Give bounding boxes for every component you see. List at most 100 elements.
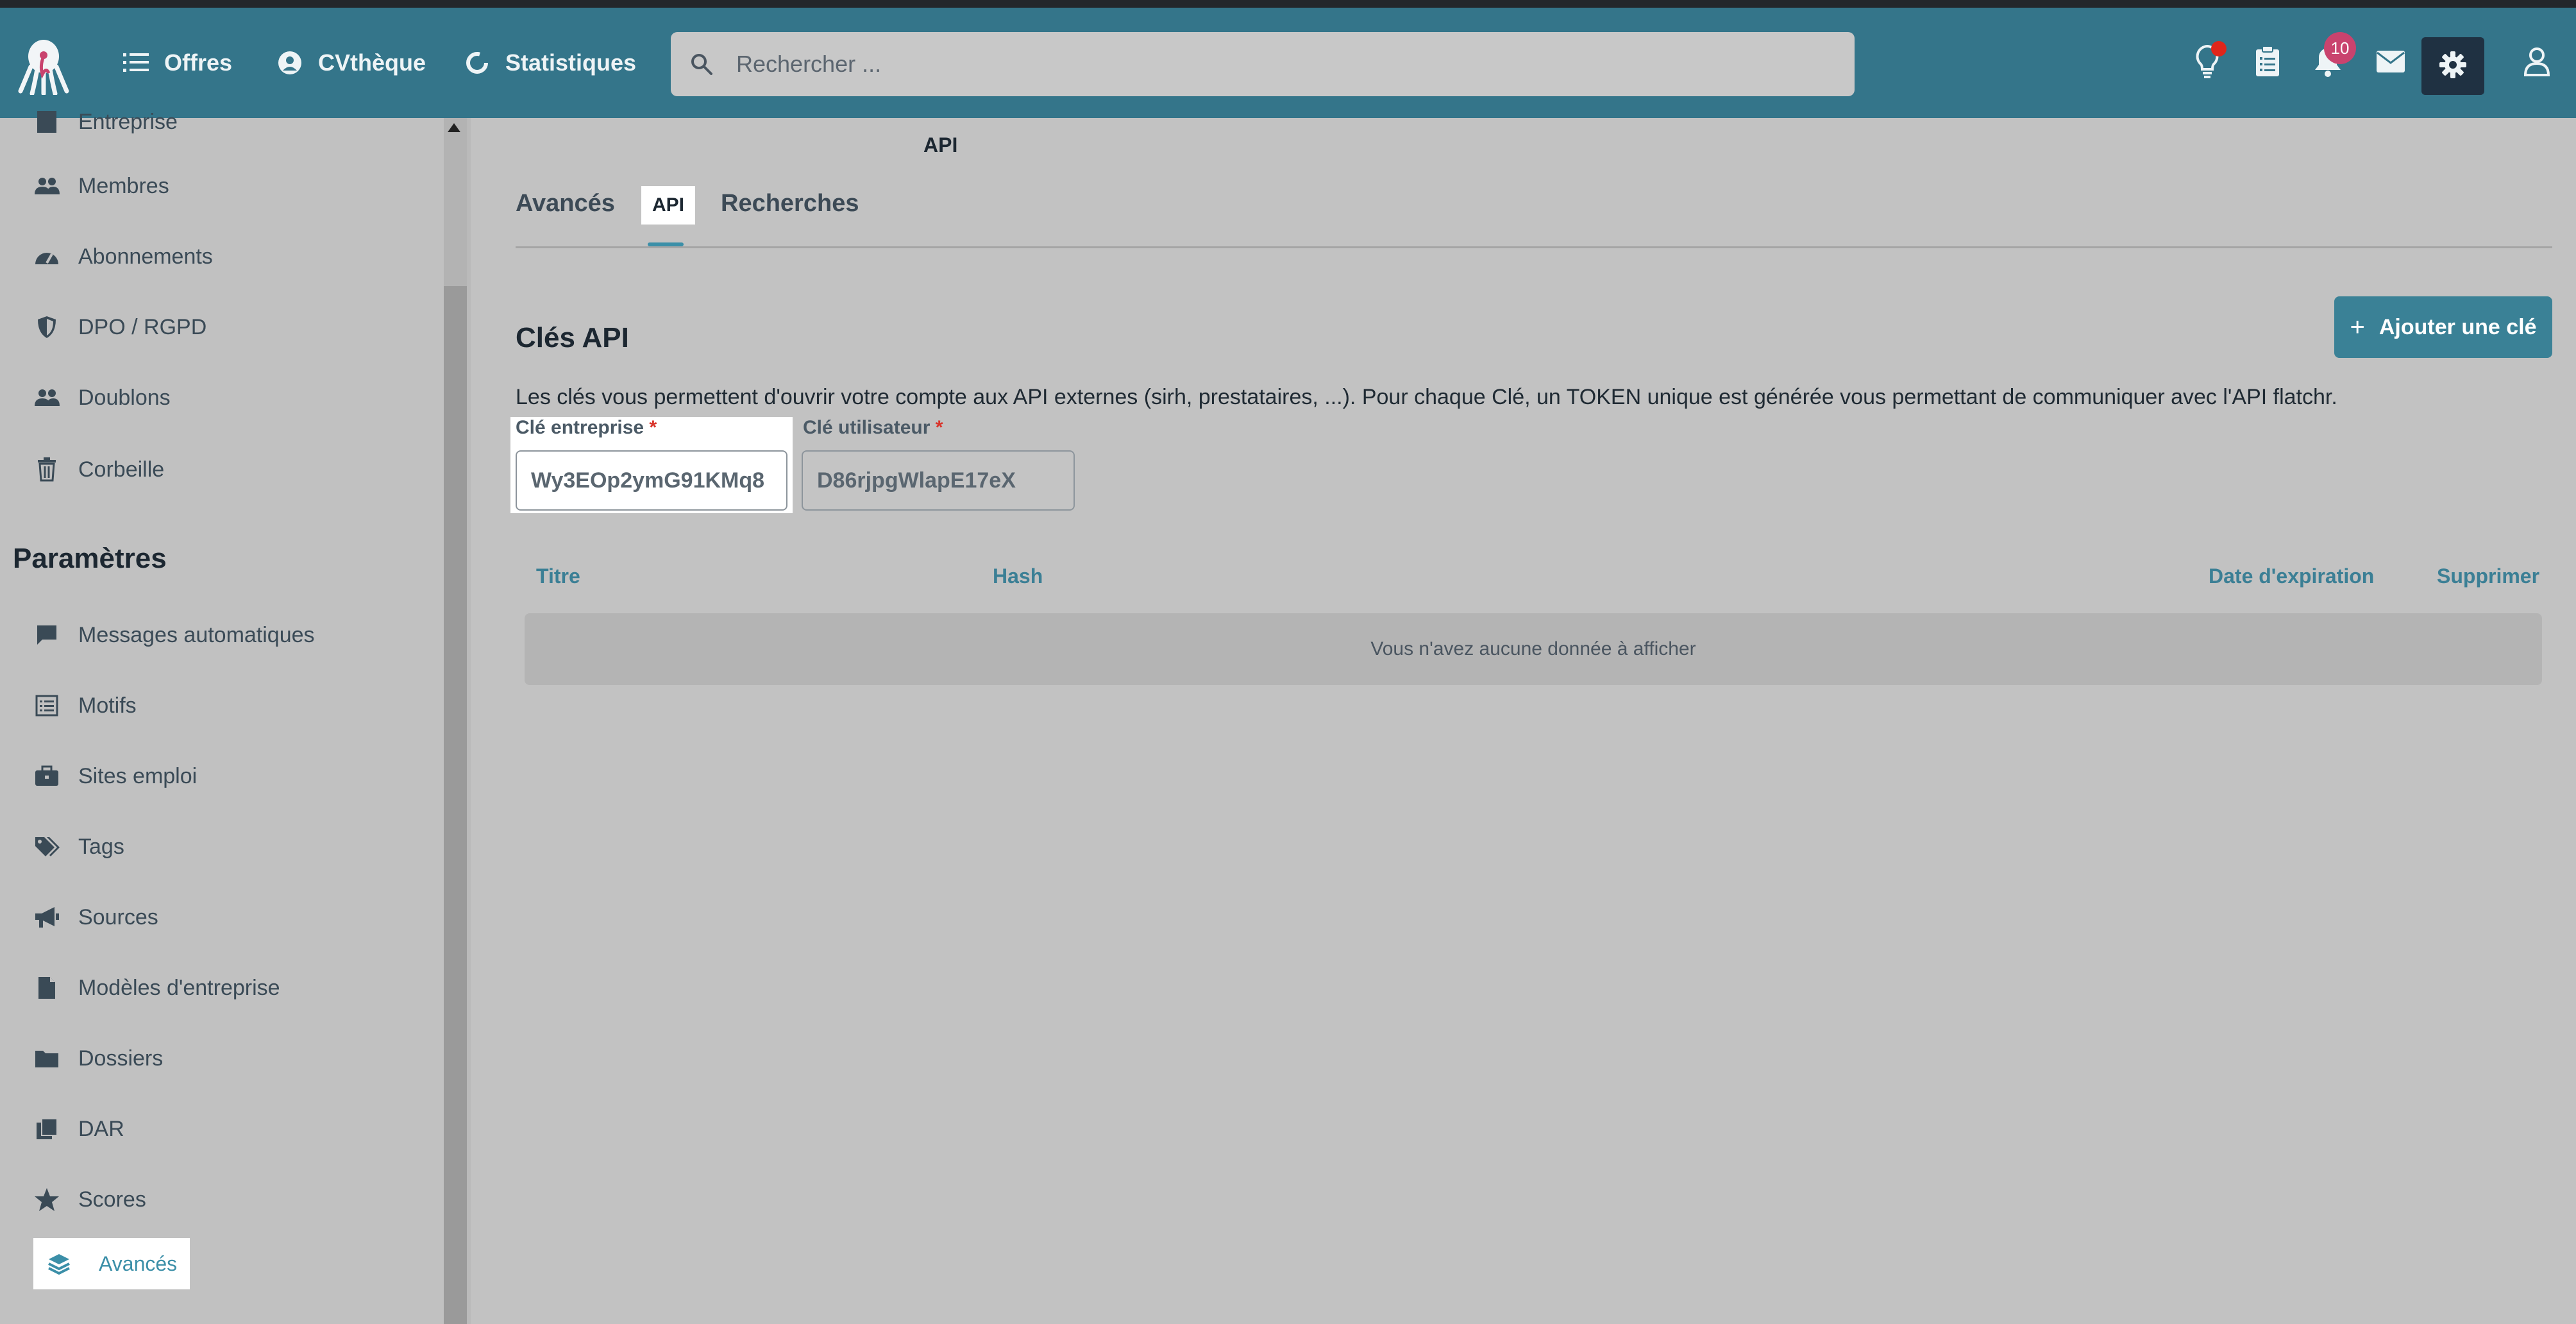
- add-key-button[interactable]: + Ajouter une clé: [2334, 296, 2552, 358]
- table-empty-row: Vous n'avez aucune donnée à afficher: [525, 613, 2542, 685]
- tab-avances[interactable]: Avancés: [516, 190, 615, 217]
- utilisateur-key-label: Clé utilisateur *: [803, 417, 943, 438]
- sidebar-section-title: Paramètres: [13, 543, 167, 574]
- plus-icon: +: [2350, 312, 2365, 341]
- scroll-up-arrow-icon[interactable]: [448, 123, 460, 132]
- chart-ring-icon: [464, 50, 490, 76]
- content-divider: [467, 118, 471, 1324]
- star-icon: [33, 1186, 60, 1213]
- sidebar-item-modeles-entreprise[interactable]: Modèles d'entreprise: [33, 962, 280, 1014]
- copy-icon: [33, 1116, 60, 1142]
- required-mark: *: [649, 417, 657, 438]
- sidebar-item-label: Sites emploi: [78, 763, 198, 788]
- sidebar-item-label: Corbeille: [78, 457, 165, 482]
- sidebar-item-dossiers[interactable]: Dossiers: [33, 1033, 163, 1084]
- nav-statistiques[interactable]: Statistiques: [464, 8, 636, 118]
- page-label: API: [923, 133, 958, 157]
- window-top-border: [0, 0, 2576, 8]
- octopus-logo[interactable]: [18, 37, 69, 96]
- folder-icon: [33, 1045, 60, 1072]
- sidebar-item-dar[interactable]: DAR: [33, 1103, 124, 1155]
- sidebar-item-label: Motifs: [78, 693, 137, 718]
- profile-button[interactable]: [2518, 44, 2556, 82]
- column-header-supprimer[interactable]: Supprimer: [2437, 564, 2539, 588]
- sidebar-item-label: Messages automatiques: [78, 622, 315, 647]
- user-circle-icon: [277, 50, 303, 76]
- user-icon: [2523, 47, 2550, 80]
- sidebar-item-tags[interactable]: Tags: [33, 821, 124, 872]
- api-description: Les clés vous permettent d'ouvrir votre …: [516, 385, 2337, 409]
- building-icon: [33, 108, 60, 135]
- users-icon: [33, 384, 60, 411]
- sidebar-item-label: Entreprise: [78, 109, 178, 134]
- column-header-hash[interactable]: Hash: [993, 564, 1043, 588]
- sidebar-item-label: DPO / RGPD: [78, 314, 207, 339]
- entreprise-key-label: Clé entreprise *: [516, 417, 657, 438]
- sidebar-scrollbar-thumb[interactable]: [444, 286, 467, 1324]
- clipboard-icon: [2255, 45, 2280, 81]
- section-title: Clés API: [516, 322, 629, 353]
- sidebar-item-label: Scores: [78, 1187, 146, 1212]
- nav-cvtheque-label: CVthèque: [318, 49, 426, 76]
- sidebar-item-entreprise[interactable]: Entreprise: [33, 96, 178, 148]
- envelope-icon: [2376, 50, 2405, 76]
- message-icon: [33, 622, 60, 649]
- list-box-icon: [33, 692, 60, 719]
- settings-button[interactable]: [2421, 37, 2484, 95]
- sidebar-item-label: Membres: [78, 173, 169, 198]
- tasks-button[interactable]: [2248, 44, 2287, 82]
- sidebar-item-dpo-rgpd[interactable]: DPO / RGPD: [33, 301, 206, 353]
- column-header-date-expiration[interactable]: Date d'expiration: [2209, 564, 2374, 588]
- list-icon: [123, 50, 149, 76]
- shield-icon: [33, 314, 60, 341]
- nav-offres-label: Offres: [164, 49, 233, 76]
- sidebar-item-label: Doublons: [78, 385, 171, 410]
- sidebar-item-abonnements[interactable]: Abonnements: [33, 231, 213, 282]
- sidebar-item-messages-automatiques[interactable]: Messages automatiques: [33, 609, 315, 661]
- nav-statistiques-label: Statistiques: [505, 49, 637, 76]
- sidebar-item-label: Tags: [78, 834, 124, 859]
- sidebar-item-label: Dossiers: [78, 1046, 164, 1071]
- file-icon: [33, 974, 60, 1001]
- tags-icon: [33, 833, 60, 860]
- messages-button[interactable]: [2371, 44, 2410, 82]
- search-bar[interactable]: [671, 32, 1855, 96]
- gauge-icon: [33, 243, 60, 270]
- tabs-divider: [516, 246, 2552, 248]
- sidebar-item-label: Modèles d'entreprise: [78, 975, 280, 1000]
- sidebar: Entreprise Membres Abonnements DPO / RGP…: [0, 110, 444, 1324]
- sidebar-item-label: Sources: [78, 904, 158, 929]
- sidebar-item-sites-emploi[interactable]: Sites emploi: [33, 751, 197, 802]
- nav-cvtheque[interactable]: CVthèque: [277, 8, 426, 118]
- search-input[interactable]: [735, 50, 1828, 78]
- entreprise-key-input[interactable]: [516, 450, 787, 511]
- sidebar-item-label: Abonnements: [78, 244, 213, 269]
- add-key-label: Ajouter une clé: [2378, 314, 2537, 339]
- trash-icon: [33, 456, 60, 483]
- sidebar-item-doublons[interactable]: Doublons: [33, 372, 171, 423]
- tab-api[interactable]: API: [641, 186, 695, 225]
- layers-icon: [47, 1251, 73, 1277]
- sidebar-item-label: Avancés: [99, 1252, 178, 1275]
- search-icon: [690, 51, 716, 77]
- top-navigation-bar: Offres CVthèque Statistiques 10: [0, 8, 2576, 118]
- sidebar-item-corbeille[interactable]: Corbeille: [33, 444, 164, 495]
- users-icon: [33, 173, 60, 199]
- sidebar-item-membres[interactable]: Membres: [33, 160, 169, 212]
- utilisateur-key-input[interactable]: [802, 450, 1075, 511]
- sidebar-item-scores[interactable]: Scores: [33, 1174, 146, 1225]
- sidebar-item-avances[interactable]: Avancés: [33, 1238, 190, 1289]
- gear-icon: [2439, 51, 2467, 82]
- notifications-button[interactable]: 10: [2309, 32, 2356, 82]
- required-mark: *: [935, 417, 943, 438]
- sidebar-item-sources[interactable]: Sources: [33, 892, 158, 943]
- alert-dot: [2211, 41, 2227, 56]
- column-header-titre[interactable]: Titre: [536, 564, 580, 588]
- notifications-count-badge: 10: [2324, 32, 2356, 64]
- briefcase-icon: [33, 763, 60, 790]
- lightbulb-button[interactable]: [2188, 41, 2227, 82]
- tab-recherches[interactable]: Recherches: [721, 190, 859, 217]
- bullhorn-icon: [33, 904, 60, 931]
- sidebar-item-label: DAR: [78, 1116, 124, 1141]
- sidebar-item-motifs[interactable]: Motifs: [33, 680, 137, 731]
